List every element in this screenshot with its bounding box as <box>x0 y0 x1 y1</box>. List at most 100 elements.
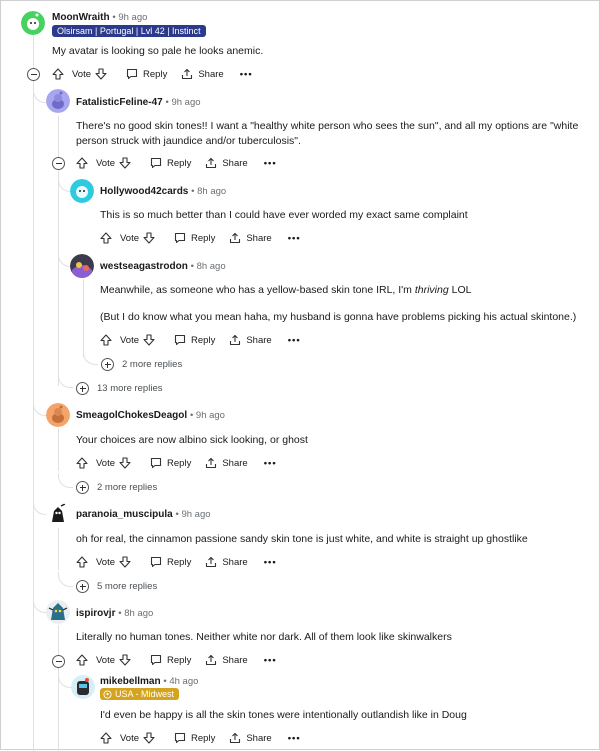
comment-author[interactable]: ispirovjr • 8h ago <box>76 608 153 619</box>
share-label: Share <box>222 556 248 568</box>
downvote-icon[interactable] <box>119 457 131 469</box>
downvote-icon[interactable] <box>143 334 155 346</box>
username[interactable]: paranoia_muscipula <box>76 509 173 520</box>
avatar[interactable] <box>21 11 45 35</box>
share-icon <box>230 732 241 744</box>
reply-button[interactable]: Reply <box>150 654 191 666</box>
vote-group: Vote <box>76 654 136 666</box>
comment-author[interactable]: westseagastrodon • 8h ago <box>100 261 226 272</box>
share-button[interactable]: Share <box>205 457 248 469</box>
downvote-icon[interactable] <box>119 157 131 169</box>
timestamp[interactable]: 9h ago <box>171 97 200 108</box>
avatar[interactable] <box>46 89 70 113</box>
username[interactable]: Hollywood42cards <box>100 186 188 197</box>
share-icon <box>206 157 217 169</box>
downvote-icon[interactable] <box>95 68 107 80</box>
timestamp[interactable]: 9h ago <box>181 509 210 520</box>
reply-button[interactable]: Reply <box>174 232 215 244</box>
timestamp[interactable]: 8h ago <box>197 261 226 272</box>
timestamp[interactable]: 9h ago <box>196 410 225 421</box>
reply-label: Reply <box>167 654 192 666</box>
upvote-icon[interactable] <box>52 68 64 80</box>
reply-button[interactable]: Reply <box>174 334 215 346</box>
downvote-icon[interactable] <box>119 654 131 666</box>
thread-line[interactable] <box>83 279 84 357</box>
more-options-button[interactable]: ••• <box>264 655 277 666</box>
username[interactable]: mikebellman <box>100 676 161 687</box>
comment-author[interactable]: MoonWraith • 9h ago <box>52 12 147 23</box>
user-flair: Olsirsam | Portugal | Lvl 42 | Instinct <box>52 25 206 37</box>
comment-author[interactable]: paranoia_muscipula • 9h ago <box>76 509 211 520</box>
thread-line[interactable] <box>58 528 59 570</box>
username[interactable]: MoonWraith <box>52 12 110 23</box>
reply-button[interactable]: Reply <box>126 68 167 80</box>
downvote-icon[interactable] <box>143 732 155 744</box>
avatar[interactable] <box>70 179 94 203</box>
vote-label: Vote <box>72 68 92 80</box>
comment-author[interactable]: SmeagolChokesDeagol • 9h ago <box>76 410 225 421</box>
more-replies-button[interactable]: 2 more replies <box>76 481 157 494</box>
collapse-button[interactable] <box>27 68 40 81</box>
username[interactable]: FatalisticFeline-47 <box>76 97 163 108</box>
share-button[interactable]: Share <box>205 654 248 666</box>
reply-label: Reply <box>191 732 216 744</box>
username[interactable]: westseagastrodon <box>100 261 188 272</box>
more-replies-button[interactable]: 13 more replies <box>76 382 162 395</box>
more-options-button[interactable]: ••• <box>288 335 301 346</box>
username[interactable]: ispirovjr <box>76 608 115 619</box>
avatar[interactable] <box>71 675 95 699</box>
share-button[interactable]: Share <box>205 157 248 169</box>
thread-line[interactable] <box>58 625 59 751</box>
comment-actions: Vote Reply Share ••• <box>76 652 277 668</box>
comment-actions: Vote Reply Share ••• <box>100 230 301 246</box>
upvote-icon[interactable] <box>100 232 112 244</box>
upvote-icon[interactable] <box>76 457 88 469</box>
comment-body: oh for real, the cinnamon passione sandy… <box>76 533 528 545</box>
avatar[interactable] <box>46 403 70 427</box>
more-options-button[interactable]: ••• <box>288 233 301 244</box>
downvote-icon[interactable] <box>143 232 155 244</box>
upvote-icon[interactable] <box>76 654 88 666</box>
reply-button[interactable]: Reply <box>174 732 215 744</box>
share-button[interactable]: Share <box>229 232 272 244</box>
reply-button[interactable]: Reply <box>150 556 191 568</box>
comment-author[interactable]: FatalisticFeline-47 • 9h ago <box>76 97 201 108</box>
upvote-icon[interactable] <box>76 157 88 169</box>
timestamp[interactable]: 9h ago <box>118 12 147 23</box>
reply-icon <box>174 232 186 244</box>
timestamp[interactable]: 4h ago <box>169 676 198 687</box>
more-options-button[interactable]: ••• <box>264 557 277 568</box>
more-options-button[interactable]: ••• <box>288 733 301 744</box>
downvote-icon[interactable] <box>119 556 131 568</box>
share-button[interactable]: Share <box>229 732 272 744</box>
upvote-icon[interactable] <box>100 732 112 744</box>
more-replies-button[interactable]: 2 more replies <box>101 358 182 371</box>
reply-button[interactable]: Reply <box>150 157 191 169</box>
timestamp[interactable]: 8h ago <box>197 186 226 197</box>
avatar[interactable] <box>46 600 70 624</box>
more-options-button[interactable]: ••• <box>240 69 253 80</box>
username[interactable]: SmeagolChokesDeagol <box>76 410 187 421</box>
collapse-button[interactable] <box>52 655 65 668</box>
more-options-button[interactable]: ••• <box>264 158 277 169</box>
timestamp[interactable]: 8h ago <box>124 608 153 619</box>
share-button[interactable]: Share <box>205 556 248 568</box>
upvote-icon[interactable] <box>76 556 88 568</box>
more-options-button[interactable]: ••• <box>264 458 277 469</box>
comment-author[interactable]: mikebellman • 4h ago <box>100 676 198 687</box>
collapse-button[interactable] <box>52 157 65 170</box>
share-label: Share <box>198 68 224 80</box>
comment-body-line: Meanwhile, as someone who has a yellow-b… <box>100 284 472 296</box>
more-replies-button[interactable]: 5 more replies <box>76 580 157 593</box>
flair-label: USA - Midwest <box>115 689 175 699</box>
comment-author[interactable]: Hollywood42cards • 8h ago <box>100 186 226 197</box>
reply-button[interactable]: Reply <box>150 457 191 469</box>
share-button[interactable]: Share <box>181 68 224 80</box>
comment-actions: Vote Reply Share ••• <box>76 554 277 570</box>
thread-line[interactable] <box>33 35 34 751</box>
avatar[interactable] <box>70 254 94 278</box>
thread-line[interactable] <box>58 429 59 471</box>
avatar[interactable] <box>46 502 70 526</box>
share-button[interactable]: Share <box>229 334 272 346</box>
upvote-icon[interactable] <box>100 334 112 346</box>
